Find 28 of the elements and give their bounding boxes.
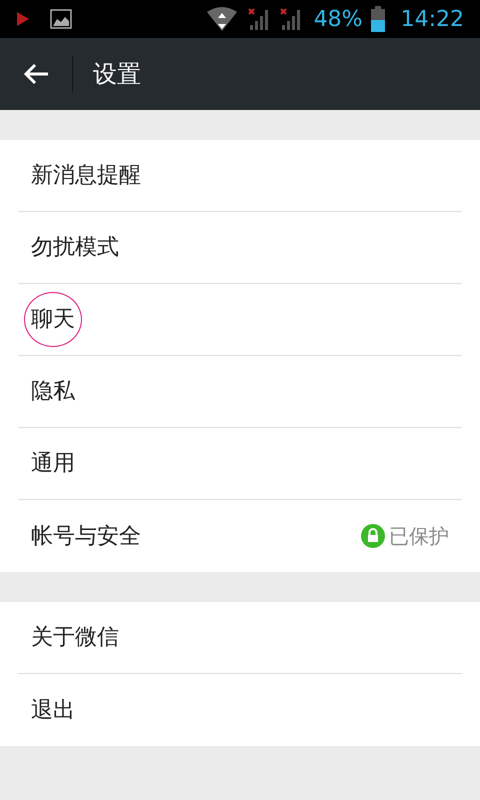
item-label: 勿扰模式 [31, 234, 119, 262]
page-title: 设置 [93, 59, 141, 90]
back-arrow-icon [23, 63, 49, 85]
battery-percent: 48% [314, 6, 363, 34]
lock-icon [361, 524, 385, 548]
item-label: 通用 [31, 450, 75, 478]
play-icon [16, 11, 30, 27]
item-label: 退出 [31, 696, 75, 724]
battery-icon [370, 6, 385, 32]
settings-item[interactable]: 帐号与安全 已保护 [18, 500, 462, 572]
signal-icon [246, 7, 270, 31]
item-label: 新消息提醒 [31, 162, 141, 190]
settings-item[interactable]: 退出 [18, 674, 462, 746]
item-label: 聊天 [24, 292, 82, 347]
settings-item[interactable]: 新消息提醒 [18, 140, 462, 212]
settings-item[interactable]: 关于微信 [18, 602, 462, 674]
item-label: 帐号与安全 [31, 522, 141, 550]
signal-icon [278, 7, 302, 31]
item-label: 关于微信 [31, 624, 119, 652]
image-icon [50, 9, 72, 29]
status-text: 已保护 [389, 523, 449, 550]
settings-item[interactable]: 隐私 [18, 356, 462, 428]
wifi-icon [206, 6, 238, 32]
clock: 14:22 [400, 6, 464, 34]
settings-item[interactable]: 通用 [18, 428, 462, 500]
settings-item[interactable]: 聊天 [18, 284, 462, 356]
settings-item[interactable]: 勿扰模式 [18, 212, 462, 284]
item-label: 隐私 [31, 378, 75, 406]
